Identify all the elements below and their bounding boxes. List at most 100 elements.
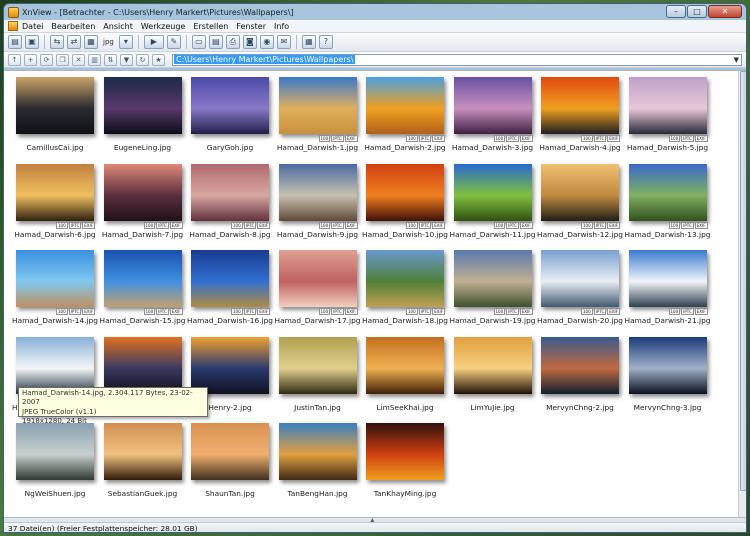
image-icon[interactable]: ▭ bbox=[191, 35, 206, 49]
thumbnail-item[interactable]: NgWeiShuen.jpg bbox=[12, 421, 96, 507]
menu-fenster[interactable]: Fenster bbox=[236, 22, 266, 31]
help-icon[interactable]: ? bbox=[318, 35, 333, 49]
mail-icon[interactable]: ✉ bbox=[276, 35, 291, 49]
thumbnail-item[interactable]: 100 IPTC EXIF Hamad_Darwish-6.jpg bbox=[12, 162, 96, 248]
save-icon[interactable]: ▦ bbox=[84, 35, 98, 49]
thumbnail-image[interactable] bbox=[453, 163, 532, 221]
menu-ansicht[interactable]: Ansicht bbox=[103, 22, 133, 31]
thumbnail-item[interactable]: 100 IPTC EXIF Hamad_Darwish-10.jpg bbox=[362, 162, 448, 248]
menu-datei[interactable]: Datei bbox=[22, 22, 43, 31]
thumbnail-image[interactable] bbox=[366, 163, 444, 221]
thumbnail-image[interactable] bbox=[278, 423, 357, 480]
thumbnail-image[interactable] bbox=[453, 250, 532, 307]
thumbnail-item[interactable]: 100 IPTC EXIF Hamad_Darwish-17.jpg bbox=[275, 248, 360, 334]
thumbnail-item[interactable]: 100 IPTC EXIF Hamad_Darwish-20.jpg bbox=[537, 248, 623, 334]
thumbnail-image[interactable] bbox=[278, 163, 357, 221]
thumbnail-image[interactable] bbox=[278, 336, 357, 394]
grid-icon[interactable]: ▦ bbox=[301, 35, 316, 49]
thumbnail-item[interactable]: 100 IPTC EXIF Hamad_Darwish-4.jpg bbox=[537, 75, 621, 161]
scan-icon[interactable]: ▤ bbox=[208, 35, 223, 49]
thumbnail-item[interactable]: 100 IPTC EXIF Hamad_Darwish-8.jpg bbox=[187, 162, 271, 248]
thumbnail-image[interactable] bbox=[191, 77, 269, 134]
thumbnail-image[interactable] bbox=[16, 250, 94, 307]
browser-icon[interactable]: ▤ bbox=[8, 35, 22, 49]
thumbnail-image[interactable] bbox=[628, 250, 707, 307]
thumbnail-item[interactable]: 100 IPTC EXIF Hamad_Darwish-18.jpg bbox=[362, 248, 448, 334]
maximize-button[interactable]: □ bbox=[687, 5, 707, 18]
thumbnail-item[interactable]: MervynChng-2.jpg bbox=[537, 335, 621, 421]
thumbnail-image[interactable] bbox=[628, 336, 707, 394]
thumbnail-item[interactable]: GaryGoh.jpg bbox=[187, 75, 271, 161]
thumbnail-image[interactable] bbox=[16, 163, 94, 221]
camera-icon[interactable]: ◉ bbox=[259, 35, 274, 49]
thumbnail-item[interactable]: EugeneLing.jpg bbox=[100, 75, 184, 161]
refresh-icon[interactable]: ⟳ bbox=[40, 53, 53, 66]
thumbnail-image[interactable] bbox=[103, 250, 182, 307]
thumbnail-image[interactable] bbox=[453, 336, 532, 394]
thumbnail-image[interactable] bbox=[366, 77, 444, 134]
copy-icon[interactable]: ❐ bbox=[56, 53, 69, 66]
thumbnail-item[interactable]: 100 IPTC EXIF Hamad_Darwish-12.jpg bbox=[537, 162, 623, 248]
thumbnail-image[interactable] bbox=[453, 77, 532, 134]
thumbnail-image[interactable] bbox=[366, 250, 444, 307]
print-icon[interactable]: ⎙ bbox=[225, 35, 240, 49]
thumbnail-image[interactable] bbox=[103, 423, 182, 480]
thumbnail-item[interactable]: 100 IPTC EXIF Hamad_Darwish-16.jpg bbox=[187, 248, 273, 334]
thumbnail-image[interactable] bbox=[16, 336, 94, 394]
edit-icon[interactable]: ✎ bbox=[166, 35, 181, 49]
thumbnail-item[interactable]: LimSeeKhai.jpg bbox=[362, 335, 446, 421]
chevron-down-icon[interactable]: ▼ bbox=[734, 55, 739, 65]
thumbnail-image[interactable] bbox=[628, 163, 707, 221]
convert-icon[interactable]: ▾ bbox=[118, 35, 133, 49]
fullscreen-icon[interactable]: ▣ bbox=[25, 35, 39, 49]
thumbnail-image[interactable] bbox=[541, 163, 619, 221]
thumbnail-item[interactable]: 100 IPTC EXIF Hamad_Darwish-21.jpg bbox=[625, 248, 710, 334]
capture-icon[interactable]: ◙ bbox=[242, 35, 257, 49]
thumbnail-item[interactable]: 100 IPTC EXIF Hamad_Darwish-3.jpg bbox=[450, 75, 534, 161]
thumbnail-item[interactable]: 100 IPTC EXIF Hamad_Darwish-1.jpg bbox=[275, 75, 359, 161]
thumbnail-item[interactable]: CamillusCai.jpg bbox=[12, 75, 96, 161]
thumbnail-image[interactable] bbox=[191, 336, 269, 394]
menu-werkzeuge[interactable]: Werkzeuge bbox=[141, 22, 185, 31]
thumbnail-item[interactable]: 100 IPTC EXIF Hamad_Darwish-5.jpg bbox=[625, 75, 709, 161]
thumbnail-item[interactable]: TanKhayMing.jpg bbox=[362, 421, 446, 507]
thumbnail-item[interactable]: SebastianGuek.jpg bbox=[100, 421, 184, 507]
thumbnail-item[interactable]: 100 IPTC EXIF Hamad_Darwish-15.jpg bbox=[100, 248, 185, 334]
scrollbar-thumb[interactable] bbox=[740, 71, 746, 491]
new-folder-icon[interactable]: + bbox=[24, 53, 37, 66]
thumbnail-item[interactable]: 100 IPTC EXIF Hamad_Darwish-14.jpg bbox=[12, 248, 98, 334]
thumbnail-image[interactable] bbox=[103, 336, 182, 394]
thumbnail-image[interactable] bbox=[366, 423, 444, 480]
thumbnail-image[interactable] bbox=[278, 77, 357, 134]
thumbnail-item[interactable]: 100 IPTC EXIF Hamad_Darwish-7.jpg bbox=[100, 162, 184, 248]
thumbnail-image[interactable] bbox=[103, 77, 182, 134]
minimize-button[interactable]: – bbox=[666, 5, 686, 18]
thumbnail-image[interactable] bbox=[541, 336, 619, 394]
thumbnail-item[interactable]: 100 IPTC EXIF Hamad_Darwish-13.jpg bbox=[625, 162, 710, 248]
thumbnail-image[interactable] bbox=[628, 77, 707, 134]
thumbnail-item[interactable]: 100 IPTC EXIF Hamad_Darwish-19.jpg bbox=[450, 248, 535, 334]
path-input[interactable]: C:\Users\Henry Markert\Pictures\Wallpape… bbox=[172, 53, 742, 66]
favorite-star-icon[interactable]: ★ bbox=[152, 53, 165, 66]
thumbnail-item[interactable]: MervynChng-3.jpg bbox=[625, 335, 709, 421]
thumbnail-image[interactable] bbox=[366, 336, 444, 394]
thumbnail-image[interactable] bbox=[278, 250, 357, 307]
thumbnail-item[interactable]: TanBengHan.jpg bbox=[275, 421, 359, 507]
close-button[interactable]: ✕ bbox=[708, 5, 742, 18]
menu-bearbeiten[interactable]: Bearbeiten bbox=[51, 22, 95, 31]
thumbnail-image[interactable] bbox=[103, 163, 182, 221]
view-mode-icon[interactable]: ▥ bbox=[88, 53, 101, 66]
thumbnail-image[interactable] bbox=[191, 163, 269, 221]
vertical-scrollbar[interactable] bbox=[738, 71, 746, 518]
thumbnail-image[interactable] bbox=[541, 250, 619, 307]
thumbnail-image[interactable] bbox=[191, 423, 269, 480]
thumbnail-image[interactable] bbox=[191, 250, 269, 307]
browse-icon[interactable]: ⇄ bbox=[67, 35, 81, 49]
thumbnail-item[interactable]: 100 IPTC EXIF Hamad_Darwish-2.jpg bbox=[362, 75, 446, 161]
thumbnail-item[interactable]: ShaunTan.jpg bbox=[187, 421, 271, 507]
thumbnail-image[interactable] bbox=[16, 77, 94, 134]
thumbnail-item[interactable]: LimYuJie.jpg bbox=[450, 335, 534, 421]
format-selector[interactable]: jpg bbox=[101, 38, 116, 46]
sort-icon[interactable]: ⇅ bbox=[104, 53, 117, 66]
folder-up-icon[interactable]: ↑ bbox=[8, 53, 21, 66]
